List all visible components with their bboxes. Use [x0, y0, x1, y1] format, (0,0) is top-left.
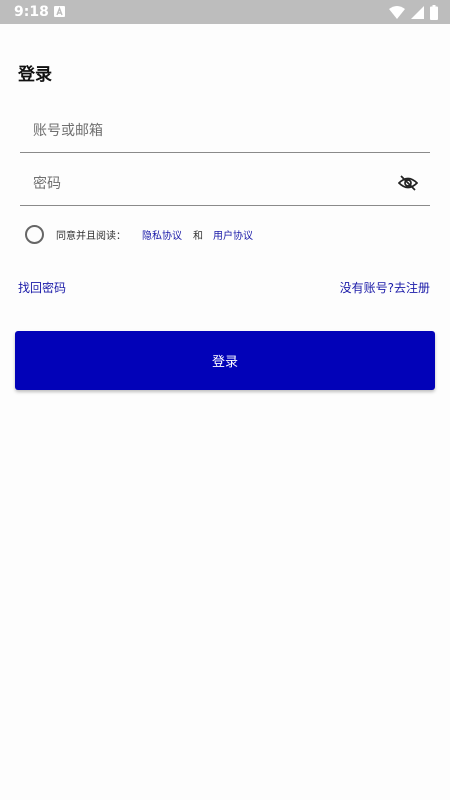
login-button[interactable]: 登录: [15, 331, 435, 390]
password-field: [20, 165, 430, 206]
register-link[interactable]: 没有账号?去注册: [340, 280, 430, 296]
notification-a-icon: [54, 6, 65, 17]
battery-icon: [430, 4, 438, 20]
agreement-row: 同意并且阅读： 隐私协议 和 用户协议: [25, 224, 253, 244]
and-text: 和: [193, 230, 203, 242]
password-input[interactable]: [33, 169, 373, 199]
agree-prefix-text: 同意并且阅读：: [56, 230, 126, 242]
forgot-password-link[interactable]: 找回密码: [18, 280, 66, 296]
wifi-icon: [389, 5, 405, 19]
eye-off-icon[interactable]: [396, 171, 420, 195]
cellular-icon: [411, 5, 424, 19]
privacy-policy-link[interactable]: 隐私协议: [142, 227, 182, 242]
status-bar: 9:18: [0, 0, 450, 24]
page-title: 登录: [18, 65, 52, 85]
agree-radio[interactable]: [25, 224, 44, 244]
status-icons: [389, 4, 438, 20]
user-agreement-link[interactable]: 用户协议: [213, 227, 253, 242]
account-field: [20, 112, 430, 153]
status-time: 9:18: [14, 4, 49, 20]
account-input[interactable]: [33, 116, 373, 146]
